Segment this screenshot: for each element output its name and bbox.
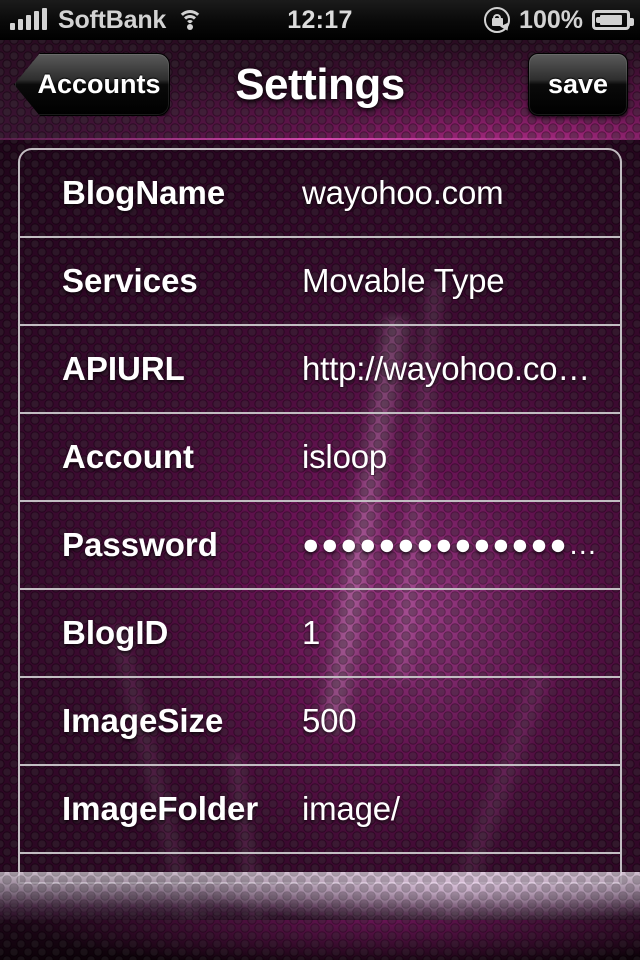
row-label: ImageSize <box>62 702 224 739</box>
row-label: Password <box>62 526 218 563</box>
navigation-bar: Accounts Settings save <box>0 40 640 140</box>
bottombar-texture <box>0 872 640 920</box>
iphone-screen: SoftBank 12:17 100% Accounts Settings sa… <box>0 0 640 960</box>
footer-texture <box>0 920 640 960</box>
row-label: Account <box>62 438 194 475</box>
settings-table: BlogName wayohoo.com Services Movable Ty… <box>18 148 622 884</box>
status-bar-right: 100% <box>484 0 634 40</box>
row-label: BlogID <box>62 614 169 651</box>
row-value[interactable]: http://wayohoo.co… <box>302 350 620 388</box>
save-button[interactable]: save <box>528 53 628 116</box>
row-label: APIURL <box>62 350 185 387</box>
row-label: BlogName <box>62 174 226 211</box>
row-value[interactable]: 500 <box>302 702 620 740</box>
table-row[interactable]: ImageSize 500 <box>20 678 620 766</box>
footer-area <box>0 920 640 960</box>
table-row[interactable]: BlogID 1 <box>20 590 620 678</box>
table-row[interactable]: BlogName wayohoo.com <box>20 150 620 238</box>
table-row[interactable]: Services Movable Type <box>20 238 620 326</box>
bottom-toolbar <box>0 872 640 920</box>
row-label: ImageFolder <box>62 790 259 827</box>
row-value[interactable]: Movable Type <box>302 262 620 300</box>
row-value[interactable]: wayohoo.com <box>302 174 620 212</box>
settings-content: BlogName wayohoo.com Services Movable Ty… <box>0 140 640 960</box>
table-row[interactable]: ImageFolder image/ <box>20 766 620 854</box>
battery-percent-label: 100% <box>519 5 583 34</box>
row-value[interactable]: ●●●●●●●●●●●●●●… <box>302 529 620 562</box>
row-value[interactable]: image/ <box>302 790 620 828</box>
rotation-lock-icon <box>484 7 513 33</box>
battery-charging-icon <box>592 10 634 30</box>
table-row[interactable]: APIURL http://wayohoo.co… <box>20 326 620 414</box>
row-value[interactable]: 1 <box>302 614 620 652</box>
table-row[interactable]: Account isloop <box>20 414 620 502</box>
status-bar: SoftBank 12:17 100% <box>0 0 640 40</box>
row-label: Services <box>62 262 198 299</box>
row-value[interactable]: isloop <box>302 438 620 476</box>
table-row[interactable]: Password ●●●●●●●●●●●●●●… <box>20 502 620 590</box>
back-button-accounts[interactable]: Accounts <box>14 53 170 116</box>
